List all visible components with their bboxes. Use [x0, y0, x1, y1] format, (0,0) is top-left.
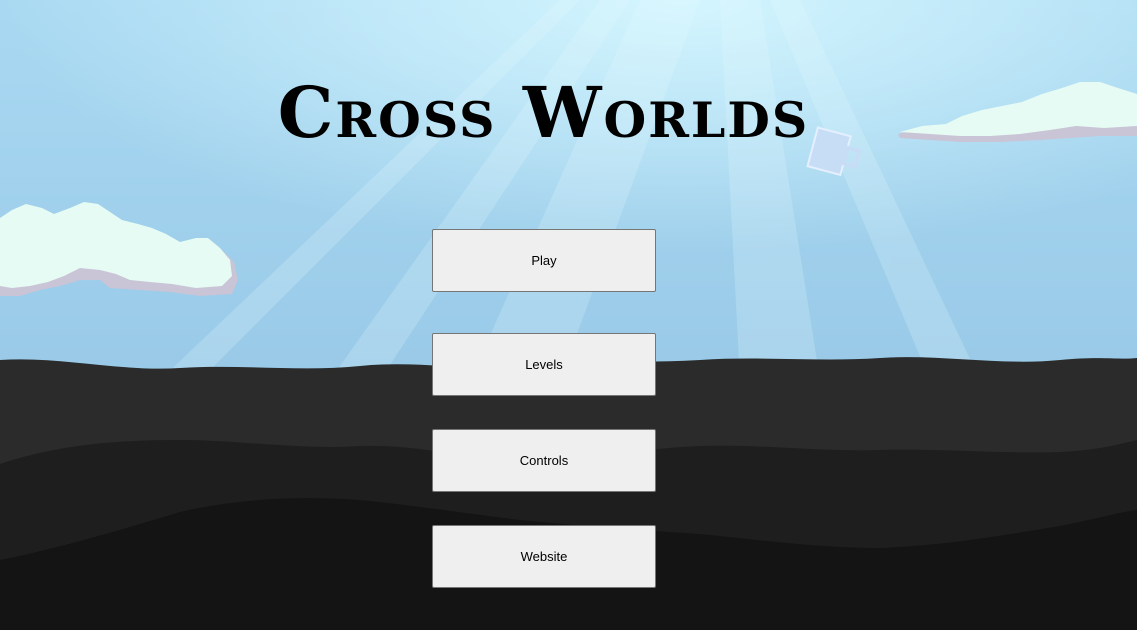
website-button[interactable]: Website [432, 525, 656, 588]
play-button[interactable]: Play [432, 229, 656, 292]
levels-button[interactable]: Levels [432, 333, 656, 396]
controls-button[interactable]: Controls [432, 429, 656, 492]
game-title: Cross Worlds [277, 71, 810, 154]
